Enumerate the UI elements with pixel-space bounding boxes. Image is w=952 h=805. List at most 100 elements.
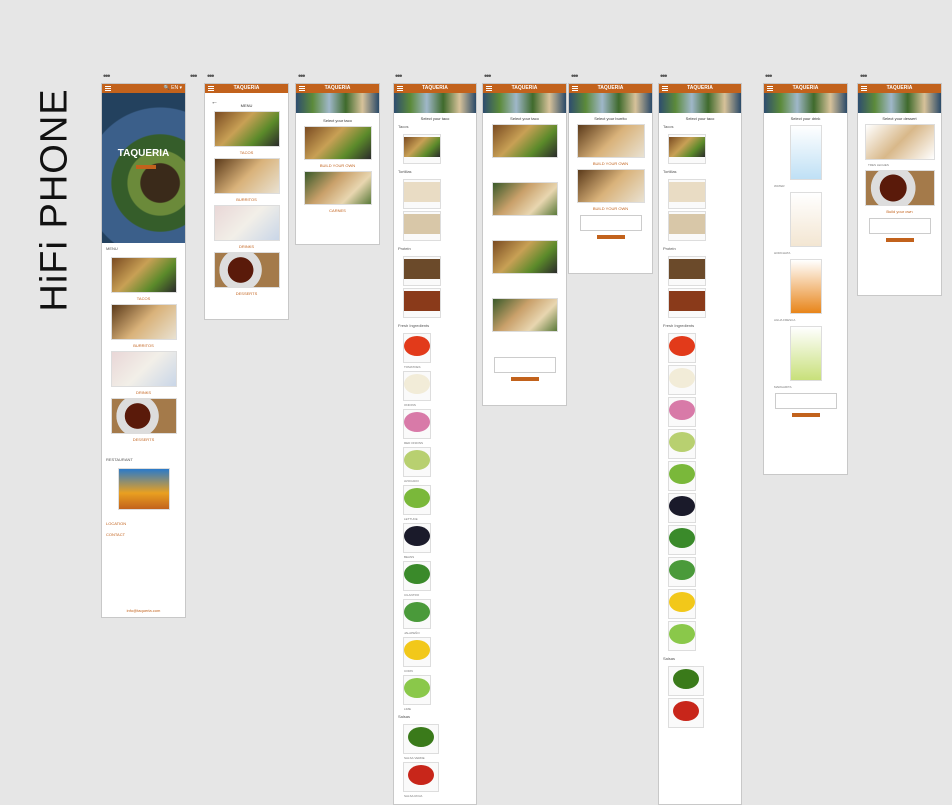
ingredient-lettuce[interactable] [403,485,431,515]
dessert-build-own[interactable] [864,170,935,206]
notes-input[interactable] [579,215,642,231]
frame-menu-dots[interactable]: ••• [190,72,198,81]
frame-menu-dots[interactable]: ••• [571,72,579,81]
ingredient-lime[interactable] [403,675,431,705]
hamburger-icon[interactable] [861,86,867,91]
logo[interactable]: TAQUERIA [234,85,260,91]
ingredient-beans[interactable] [403,523,431,553]
tortilla-option[interactable] [403,179,441,209]
logo[interactable]: TAQUERIA [512,85,538,91]
ingredient-jalapeno[interactable] [668,557,696,587]
carne-card[interactable] [491,298,558,332]
burrito-card[interactable] [576,169,645,203]
ingredient-onions[interactable] [668,365,696,395]
tortilla-option[interactable] [403,211,441,241]
add-to-cart-button[interactable] [885,238,914,242]
protein-option[interactable] [668,256,706,286]
tacos-card[interactable] [110,257,177,293]
salsa-roja[interactable] [668,698,704,728]
drink-margarita[interactable] [789,326,822,381]
logo[interactable]: TAQUERIA [687,85,713,91]
hamburger-icon[interactable] [662,86,668,91]
carne-card[interactable] [491,240,558,274]
logo[interactable]: TAQUERIA [887,85,913,91]
ingredient-beans[interactable] [668,493,696,523]
frame-menu-dots[interactable]: ••• [860,72,868,81]
hamburger-icon[interactable] [299,86,305,91]
taco-option[interactable] [668,134,706,164]
ingredient-avocado[interactable] [668,429,696,459]
ingredient-cilantro[interactable] [668,525,696,555]
taco-option[interactable] [403,134,441,164]
add-to-cart-button[interactable] [596,235,625,239]
search-language-icons[interactable]: 🔍 EN ▾ [164,85,182,91]
ingredient-lime[interactable] [668,621,696,651]
protein-option[interactable] [403,288,441,318]
ingredient-cilantro[interactable] [403,561,431,591]
carne-card[interactable] [491,182,558,216]
dessert-tres-leches[interactable] [864,124,935,160]
build-your-own-card[interactable] [303,126,372,160]
drink-agua-fresca[interactable] [789,259,822,314]
frame-menu-dots[interactable]: ••• [660,72,668,81]
protein-option[interactable] [403,256,441,286]
logo[interactable]: TAQUERIA [793,85,819,91]
carne-card[interactable] [491,124,558,158]
burritos-card[interactable] [110,304,177,340]
frame-menu-dots[interactable]: ••• [484,72,492,81]
hamburger-icon[interactable] [572,86,578,91]
hamburger-icon[interactable] [486,86,492,91]
tortilla-option[interactable] [668,179,706,209]
frame-menu-dots[interactable]: ••• [765,72,773,81]
footer-email[interactable]: info@taqueria.com [102,608,185,613]
frame-menu-dots[interactable]: ••• [207,72,215,81]
drink-horchata[interactable] [789,192,822,247]
hero-cta-button[interactable] [136,165,156,169]
notes-input[interactable] [868,218,931,234]
ingredient-label: CORN [404,669,413,673]
tortilla-option[interactable] [668,211,706,241]
ingredient-corn[interactable] [403,637,431,667]
back-arrow-icon[interactable]: ← [211,99,218,106]
desserts-card[interactable] [110,398,177,434]
restaurant-heading: RESTAURANT [106,457,133,462]
tacos-card[interactable] [213,111,280,147]
logo[interactable]: TAQUERIA [598,85,624,91]
hamburger-icon[interactable] [208,86,214,91]
ingredient-corn[interactable] [668,589,696,619]
ingredient-tomatoes[interactable] [668,333,696,363]
hamburger-icon[interactable] [397,86,403,91]
salsa-roja[interactable] [403,762,439,792]
add-to-cart-button[interactable] [510,377,539,381]
drinks-card[interactable] [110,351,177,387]
salsa-verde[interactable] [668,666,704,696]
burritos-card[interactable] [213,158,280,194]
salsa-verde[interactable] [403,724,439,754]
add-to-cart-button[interactable] [791,413,820,417]
burrito-card[interactable] [576,124,645,158]
hamburger-icon[interactable] [105,86,111,91]
hamburger-icon[interactable] [767,86,773,91]
drinks-card[interactable] [213,205,280,241]
frame-menu-dots[interactable]: ••• [103,72,111,81]
ingredient-red-onions[interactable] [403,409,431,439]
ingredient-lettuce[interactable] [668,461,696,491]
protein-option[interactable] [668,288,706,318]
ingredient-onions[interactable] [403,371,431,401]
restaurant-image[interactable] [117,468,170,510]
frame-menu-dots[interactable]: ••• [395,72,403,81]
notes-input[interactable] [493,357,556,373]
ingredient-avocado[interactable] [403,447,431,477]
drink-water[interactable] [789,125,822,180]
burrito-caption: BUILD YOUR OWN [592,206,629,211]
desserts-card[interactable] [213,252,280,288]
ingredient-red-onions[interactable] [668,397,696,427]
logo[interactable]: TAQUERIA [422,85,448,91]
notes-input[interactable] [774,393,837,409]
frame-menu-dots[interactable]: ••• [298,72,306,81]
carnes-card[interactable] [303,171,372,205]
build-taco-frame-2: TAQUERIA Select your taco Tacos Tortilla… [658,83,742,805]
ingredient-tomatoes[interactable] [403,333,431,363]
logo[interactable]: TAQUERIA [325,85,351,91]
ingredient-jalapeno[interactable] [403,599,431,629]
